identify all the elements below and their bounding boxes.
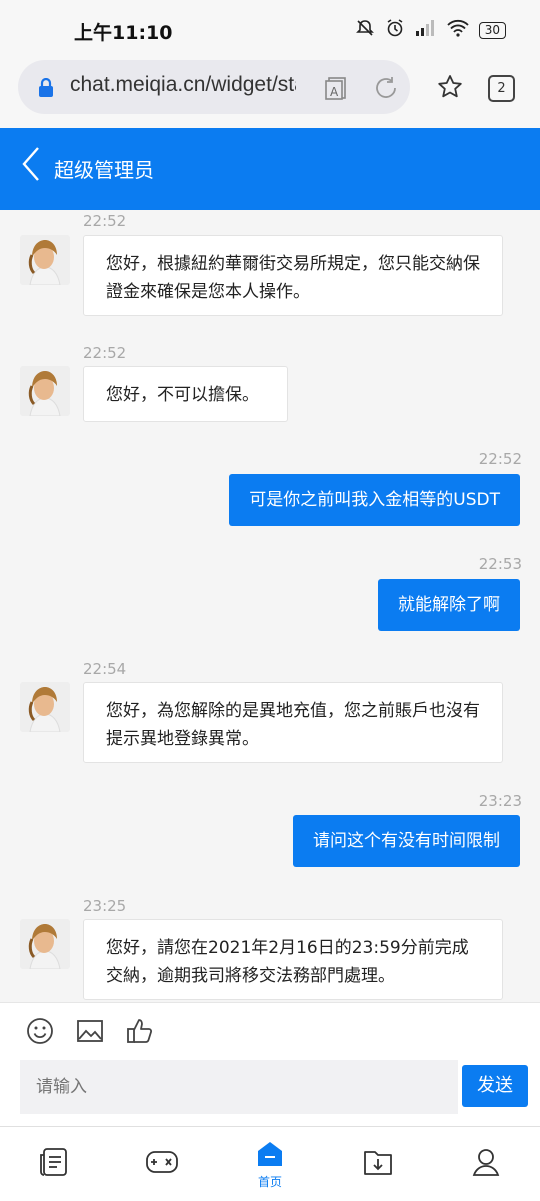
message-input[interactable]: [20, 1060, 458, 1114]
lock-icon: [38, 77, 54, 102]
emoji-icon[interactable]: [26, 1017, 54, 1049]
svg-text:A: A: [330, 85, 339, 99]
back-arrow-icon[interactable]: [20, 146, 42, 186]
agent-message-bubble: 您好，不可以擔保。: [83, 366, 288, 422]
agent-avatar: [20, 919, 70, 969]
bottom-navigation: 首页: [0, 1126, 540, 1201]
agent-avatar: [20, 235, 70, 285]
mute-icon: [355, 18, 375, 42]
news-icon[interactable]: [38, 1147, 70, 1181]
user-message-bubble: 请问这个有没有时间限制: [293, 815, 520, 867]
alarm-icon: [385, 18, 405, 42]
status-icons: 30: [355, 18, 506, 42]
agent-message-bubble: 您好，請您在2021年2月16日的23:59分前完成交納，逾期我司將移交法務部門…: [83, 919, 503, 1000]
signal-icon: [415, 19, 437, 41]
user-message-bubble: 就能解除了啊: [378, 579, 520, 631]
agent-message-bubble: 您好，根據紐約華爾街交易所規定，您只能交納保證金來確保是您本人操作。: [83, 235, 503, 316]
download-icon[interactable]: [362, 1147, 394, 1181]
message-timestamp: 22:52: [83, 212, 127, 230]
reload-icon[interactable]: [373, 75, 399, 105]
wifi-icon: [447, 19, 469, 41]
message-timestamp: 23:23: [478, 792, 522, 810]
home-icon[interactable]: [255, 1139, 285, 1169]
message-list[interactable]: 22:52 您好，根據紐約華爾街交易所規定，您只能交納保證金來確保是您本人操作。…: [0, 210, 540, 1002]
agent-avatar: [20, 366, 70, 416]
battery-indicator: 30: [478, 21, 506, 39]
send-button[interactable]: 发送: [462, 1065, 528, 1107]
chat-title: 超级管理员: [54, 158, 154, 182]
message-timestamp: 23:25: [83, 897, 127, 915]
agent-avatar: [20, 682, 70, 732]
agent-message-bubble: 您好，為您解除的是異地充值，您之前賬戶也沒有提示異地登錄異常。: [83, 682, 503, 763]
bookmark-star-icon[interactable]: [436, 73, 464, 105]
image-icon[interactable]: [76, 1017, 104, 1049]
address-bar[interactable]: chat.meiqia.cn/widget/sta A: [18, 60, 410, 114]
url-text[interactable]: chat.meiqia.cn/widget/sta: [70, 73, 296, 97]
message-timestamp: 22:52: [83, 344, 127, 362]
user-message-bubble: 可是你之前叫我入金相等的USDT: [229, 474, 520, 526]
composer-toolbar: [0, 1002, 540, 1061]
chat-header: 超级管理员: [0, 128, 540, 210]
game-controller-icon[interactable]: [145, 1147, 179, 1181]
message-timestamp: 22:54: [83, 660, 127, 678]
message-timestamp: 22:53: [478, 555, 522, 573]
tab-count-button[interactable]: 2: [488, 75, 515, 102]
browser-toolbar: chat.meiqia.cn/widget/sta A 2: [0, 58, 540, 128]
status-bar: 上午11:10 30: [0, 0, 540, 58]
profile-icon[interactable]: [470, 1147, 502, 1181]
status-time: 上午11:10: [74, 22, 173, 44]
thumbs-up-icon[interactable]: [126, 1017, 154, 1049]
composer: 发送: [0, 1058, 540, 1126]
nav-home-label[interactable]: 首页: [250, 1173, 290, 1190]
reader-mode-icon[interactable]: A: [323, 75, 349, 105]
message-timestamp: 22:52: [478, 450, 522, 468]
